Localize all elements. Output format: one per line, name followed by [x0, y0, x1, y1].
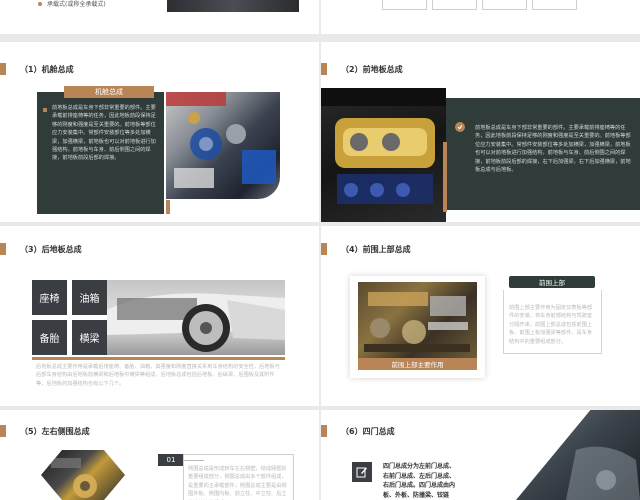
panel-header-label: 机舱总成 — [95, 88, 123, 96]
tile-beam: 横梁 — [72, 320, 107, 355]
slide-front-floor[interactable]: （2） 前地板总成 前地板总成是车身下部非常重要的部件。主要承载前排座椅等的任务… — [321, 42, 640, 222]
tile-label: 油箱 — [79, 294, 100, 305]
top-box-2 — [432, 0, 477, 10]
slide-number: （1） — [20, 64, 42, 74]
slide-number: （3） — [20, 244, 42, 254]
slide-front-upper[interactable]: （4） 前围上部总成 前围上部主要作用 前围上部 前围上部主要作用为固定仪表板等… — [321, 226, 640, 406]
bullet-dot — [38, 2, 42, 6]
tile-tank: 油箱 — [72, 280, 107, 315]
tile-seat: 座椅 — [32, 280, 67, 315]
mechanism-photo — [358, 282, 477, 358]
slide-title: 后地板总成 — [41, 244, 82, 254]
top-box-4 — [532, 0, 577, 10]
tile-spare-tire: 备胎 — [32, 320, 67, 355]
slide-top-right[interactable] — [321, 0, 640, 34]
engine-chrome-photo — [321, 88, 446, 222]
slide-number: （6） — [341, 426, 363, 436]
title-accent-bar — [321, 63, 327, 75]
tile-label: 横梁 — [79, 334, 100, 345]
photo-accent-line — [166, 200, 170, 214]
slide-top-left[interactable]: 承载式(或称全承载式) — [0, 0, 319, 34]
tag-box: 01 — [158, 454, 184, 466]
doors-body: 四门总成分为左前门总成、右前门总成、左后门总成、右后门总成。四门总成由内板、外板… — [383, 463, 456, 499]
caption-text: 前围上部主要作用 — [391, 361, 444, 369]
caption-bar: 前围上部主要作用 — [358, 358, 477, 370]
photo-top — [167, 0, 299, 12]
edit-icon — [352, 462, 372, 482]
slide-title: 前围上部总成 — [362, 244, 411, 254]
title-accent-bar — [0, 425, 6, 437]
slide-side-panel[interactable]: （5） 左右侧围总成 01 侧围总成是形成轿车左右侧壁，结成厢框的重要组成部分，… — [0, 410, 319, 500]
panel-body: 前地板总成是车身下部非常重要的部件。主要承载前排座椅等的任务，因此地板前段保持足… — [475, 125, 631, 174]
slide-title: 左右侧围总成 — [41, 426, 90, 436]
slide-title: 前地板总成 — [362, 64, 403, 74]
slide-title: 四门总成 — [362, 426, 395, 436]
slide-number: （5） — [20, 426, 42, 436]
slide-rear-floor[interactable]: （3） 后地板总成 座椅 油箱 备胎 横梁 后地板总成主要作用是承载后排座椅、备… — [0, 226, 319, 406]
tag-label-text: 前围上部 — [539, 279, 565, 287]
slide-title: 机舱总成 — [41, 64, 74, 74]
top-box-3 — [482, 0, 527, 10]
doors-diagonal-photo — [516, 410, 640, 500]
title-accent-bar — [0, 63, 6, 75]
tile-label: 备胎 — [39, 334, 60, 345]
top-box-1 — [382, 0, 427, 10]
panel-bullet — [43, 108, 47, 112]
slide-doors[interactable]: （6） 四门总成 四门总成分为左前门总成、右前门总成、左后门总成、右后门总成。四… — [321, 410, 640, 500]
side-body: 侧围总成是形成轿车左右侧壁，结成厢框的重要组成部分，侧围总成由多个部件组成，是重… — [188, 466, 287, 500]
tag-label: 前围上部 — [509, 276, 595, 288]
engine-hex-photo — [41, 450, 125, 500]
title-accent-bar — [0, 243, 6, 255]
tag-number: 01 — [166, 456, 176, 464]
panel-divider — [443, 142, 447, 212]
image-underline — [32, 357, 285, 360]
title-accent-bar — [321, 425, 327, 437]
rear-floor-body: 后地板总成主要作用是承载后排座椅、备胎、油箱，其强度和刚度直接关系到车身结构的安… — [36, 364, 280, 387]
panel-header: 机舱总成 — [64, 86, 154, 98]
classic-car-photo — [107, 280, 285, 355]
panel-body: 前地板总成是车身下部非常重要的部件。主要承载前排座椅等的任务，因此地板前段保持足… — [52, 105, 156, 162]
title-accent-bar — [321, 243, 327, 255]
slide-number: （4） — [341, 244, 363, 254]
check-circle-icon — [455, 122, 465, 132]
tile-label: 座椅 — [39, 294, 60, 305]
front-upper-body: 前围上部主要作用为固定仪表板等部件的安装，将车身前部结构与驾驶室分隔开来，前围上… — [509, 305, 593, 345]
engine-photo — [166, 92, 280, 199]
slide-engine-room[interactable]: （1） 机舱总成 机舱总成 前地板总成是车身下部非常重要的部件。主要承载前排座椅… — [0, 42, 319, 222]
bullet-text: 承载式(或称全承载式) — [47, 1, 106, 8]
slide-number: （2） — [341, 64, 363, 74]
